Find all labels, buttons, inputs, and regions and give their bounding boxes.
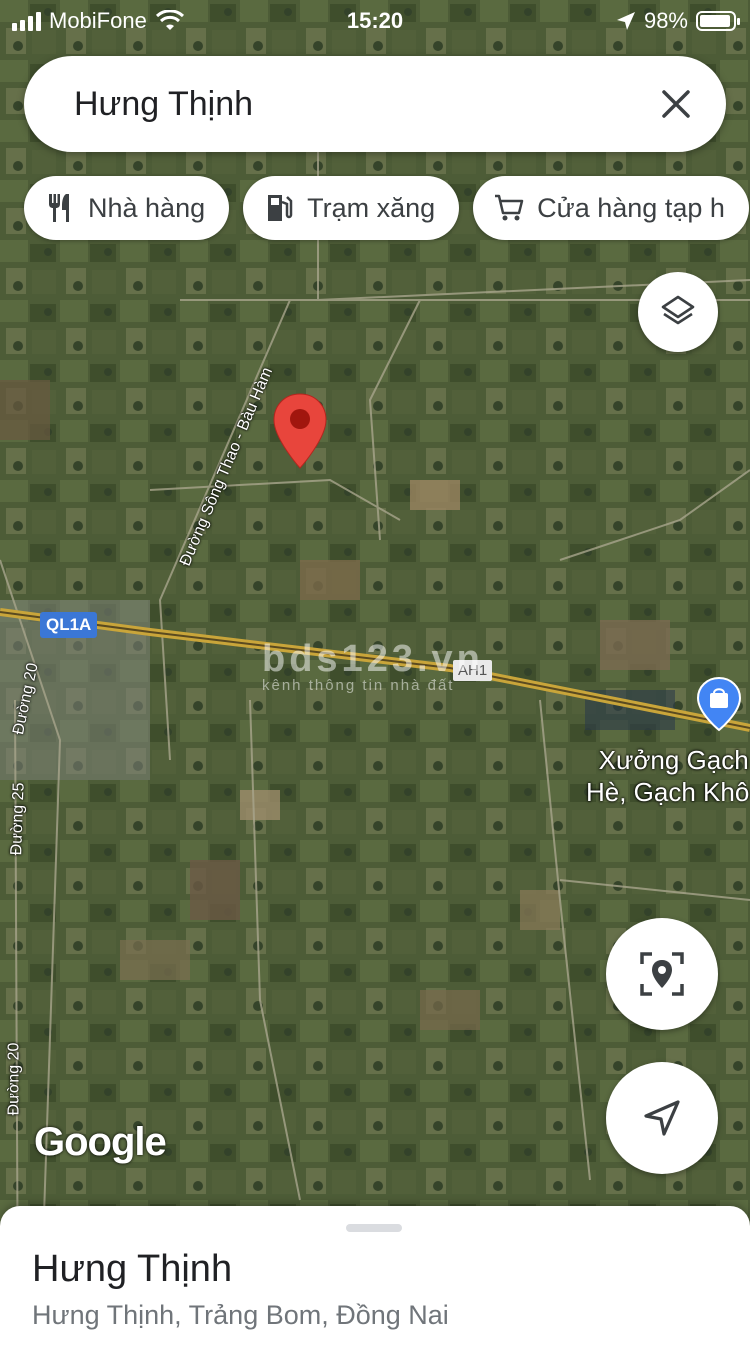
- search-bar[interactable]: [24, 56, 726, 152]
- layers-button[interactable]: [638, 272, 718, 352]
- location-arrow-icon: [616, 12, 635, 30]
- chip-label: Cửa hàng tạp h: [537, 192, 725, 223]
- watermark: bds123.vn kênh thông tin nhà đất: [262, 638, 484, 694]
- chip-gas-stations[interactable]: Trạm xăng: [243, 176, 460, 240]
- directions-button[interactable]: [606, 1062, 718, 1174]
- poi-shopping-bag-icon[interactable]: [696, 676, 742, 732]
- battery-icon: [696, 11, 740, 31]
- poi-label: Xưởng Gạch Hè, Gạch Khô: [586, 744, 749, 808]
- search-input[interactable]: [72, 83, 654, 125]
- road-label-duong-25: Đường 25: [8, 782, 28, 856]
- road-label-duong-20-lower: Đường 20: [5, 1042, 23, 1116]
- navigation-arrow-icon: [644, 1100, 680, 1136]
- fork-knife-icon: [49, 194, 69, 222]
- recenter-button[interactable]: [606, 918, 718, 1030]
- poi-label-line2: Hè, Gạch Khô: [586, 777, 750, 807]
- google-attribution: Google: [34, 1120, 167, 1164]
- status-right: 98%: [616, 8, 740, 34]
- chip-label: Trạm xăng: [307, 192, 436, 223]
- place-address: Hưng Thịnh, Trảng Bom, Đồng Nai: [32, 1300, 449, 1330]
- poi-label-line1: Xưởng Gạch: [598, 745, 749, 775]
- chip-restaurants[interactable]: Nhà hàng: [24, 176, 230, 240]
- drag-handle[interactable]: [346, 1224, 402, 1232]
- battery-percent: 98%: [643, 8, 688, 33]
- gas-station-icon: [268, 195, 293, 221]
- highway-shield-ql1a: QL1A: [40, 612, 98, 638]
- layers-icon: [661, 295, 695, 325]
- watermark-sub: kênh thông tin nhà đất: [262, 677, 455, 694]
- watermark-main: bds123.vn: [262, 638, 484, 680]
- status-bar: MobiFone 15:20 98%: [0, 0, 750, 42]
- place-bottom-sheet[interactable]: Hưng Thịnh Hưng Thịnh, Trảng Bom, Đồng N…: [0, 1206, 750, 1346]
- chip-grocery[interactable]: Cửa hàng tạp h: [473, 176, 749, 240]
- place-name: Hưng Thịnh: [32, 1248, 233, 1290]
- chip-label: Nhà hàng: [88, 192, 206, 223]
- close-icon[interactable]: [654, 82, 698, 126]
- shopping-cart-icon: [495, 194, 524, 221]
- category-chips: Nhà hàng Trạm xăng Cửa hàng tạp h: [24, 176, 749, 240]
- location-pin-icon[interactable]: [272, 392, 328, 470]
- focus-location-icon: [640, 952, 684, 996]
